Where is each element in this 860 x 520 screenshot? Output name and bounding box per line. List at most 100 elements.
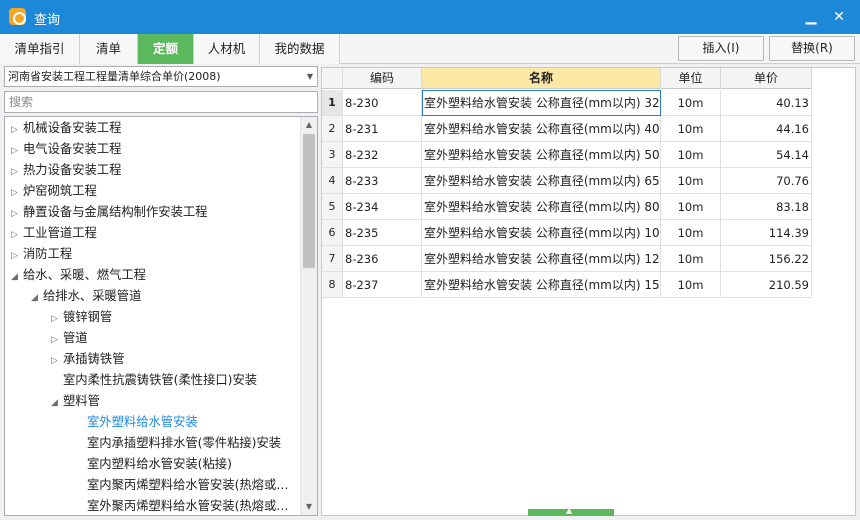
row-number[interactable]: 7 bbox=[322, 246, 343, 272]
tree-expand-icon[interactable]: ▷ bbox=[11, 225, 23, 246]
price-cell[interactable]: 114.39 bbox=[721, 220, 812, 246]
replace-button[interactable]: 替换(R) bbox=[769, 36, 855, 61]
tab-bill[interactable]: 清单 bbox=[80, 34, 138, 64]
tree-item[interactable]: ▷ 炉窑砌筑工程 bbox=[11, 181, 97, 202]
unit-cell[interactable]: 10m bbox=[661, 194, 721, 220]
tree-scrollbar[interactable]: ▲ ▼ bbox=[300, 117, 317, 515]
unit-cell[interactable]: 10m bbox=[661, 246, 721, 272]
tree-collapse-icon[interactable]: ◢ bbox=[51, 393, 63, 414]
row-number[interactable]: 5 bbox=[322, 194, 343, 220]
tree-expand-icon[interactable]: ▷ bbox=[51, 351, 63, 372]
scroll-thumb[interactable] bbox=[303, 134, 315, 268]
column-header-code[interactable]: 编码 bbox=[343, 68, 422, 89]
code-cell[interactable]: 8-237 bbox=[343, 272, 422, 298]
tree-expand-icon[interactable]: ▷ bbox=[11, 162, 23, 183]
name-cell[interactable]: 室外塑料给水管安装 公称直径(mm以内) 80 bbox=[422, 194, 661, 220]
tree-item[interactable]: ◢ 给排水、采暖管道 bbox=[31, 286, 141, 307]
column-header-price[interactable]: 单价 bbox=[721, 68, 812, 89]
column-header-unit[interactable]: 单位 bbox=[661, 68, 721, 89]
scroll-down-icon[interactable]: ▼ bbox=[301, 499, 317, 515]
tree-item[interactable]: ▷ 管道 bbox=[51, 328, 88, 349]
name-cell[interactable]: 室外塑料给水管安装 公称直径(mm以内) 150 bbox=[422, 272, 661, 298]
price-cell[interactable]: 210.59 bbox=[721, 272, 812, 298]
table-row[interactable]: 7 8-236 室外塑料给水管安装 公称直径(mm以内) 125 10m 156.22 bbox=[322, 246, 812, 272]
code-cell[interactable]: 8-231 bbox=[343, 116, 422, 142]
table-row[interactable]: 3 8-232 室外塑料给水管安装 公称直径(mm以内) 50 10m 54.14 bbox=[322, 142, 812, 168]
price-cell[interactable]: 156.22 bbox=[721, 246, 812, 272]
table-row[interactable]: 4 8-233 室外塑料给水管安装 公称直径(mm以内) 65 10m 70.76 bbox=[322, 168, 812, 194]
table-row[interactable]: 8 8-237 室外塑料给水管安装 公称直径(mm以内) 150 10m 210.59 bbox=[322, 272, 812, 298]
tree-expand-icon[interactable]: ▷ bbox=[11, 246, 23, 267]
tree-item[interactable]: ▷ 静置设备与金属结构制作安装工程 bbox=[11, 202, 207, 223]
unit-cell[interactable]: 10m bbox=[661, 142, 721, 168]
code-cell[interactable]: 8-233 bbox=[343, 168, 422, 194]
tab-my-data[interactable]: 我的数据 bbox=[260, 34, 340, 64]
tree-expand-icon[interactable]: ▷ bbox=[11, 183, 23, 204]
row-number[interactable]: 2 bbox=[322, 116, 343, 142]
chevron-down-icon[interactable]: ▼ bbox=[307, 67, 313, 86]
tree-item[interactable]: 室内聚丙烯塑料给水管安装(热熔或… bbox=[75, 475, 289, 496]
name-cell[interactable]: 室外塑料给水管安装 公称直径(mm以内) 65 bbox=[422, 168, 661, 194]
price-cell[interactable]: 54.14 bbox=[721, 142, 812, 168]
tree-item[interactable]: ▷ 热力设备安装工程 bbox=[11, 160, 121, 181]
tree-item[interactable]: ▷ 工业管道工程 bbox=[11, 223, 97, 244]
tree-expand-icon[interactable]: ▷ bbox=[11, 120, 23, 141]
insert-button[interactable]: 插入(I) bbox=[678, 36, 764, 61]
tree-collapse-icon[interactable]: ◢ bbox=[11, 267, 23, 288]
table-row[interactable]: 2 8-231 室外塑料给水管安装 公称直径(mm以内) 40 10m 44.16 bbox=[322, 116, 812, 142]
tree-expand-icon[interactable]: ▷ bbox=[51, 330, 63, 351]
tab-quota[interactable]: 定额 bbox=[138, 34, 194, 64]
tab-labor-material-machine[interactable]: 人材机 bbox=[194, 34, 260, 64]
tree-expand-icon[interactable]: ▷ bbox=[11, 204, 23, 225]
column-header-name[interactable]: 名称 bbox=[422, 68, 661, 89]
tree-item[interactable]: 室内承插塑料排水管(零件粘接)安装 bbox=[75, 433, 281, 454]
tree-item[interactable]: 室内柔性抗震铸铁管(柔性接口)安装 bbox=[51, 370, 257, 391]
tree-item[interactable]: 室内塑料给水管安装(粘接) bbox=[75, 454, 232, 475]
row-number[interactable]: 4 bbox=[322, 168, 343, 194]
unit-cell[interactable]: 10m bbox=[661, 168, 721, 194]
row-number[interactable]: 3 bbox=[322, 142, 343, 168]
tree-item[interactable]: ▷ 消防工程 bbox=[11, 244, 72, 265]
tree-expand-icon[interactable]: ▷ bbox=[51, 309, 63, 330]
tree-item[interactable]: ◢ 给水、采暖、燃气工程 bbox=[11, 265, 146, 286]
close-icon[interactable]: ✕ bbox=[828, 6, 850, 28]
tree-item[interactable]: ▷ 电气设备安装工程 bbox=[11, 139, 121, 160]
unit-cell[interactable]: 10m bbox=[661, 220, 721, 246]
name-cell[interactable]: 室外塑料给水管安装 公称直径(mm以内) 100 bbox=[422, 220, 661, 246]
unit-cell[interactable]: 10m bbox=[661, 272, 721, 298]
tree-item[interactable]: ▷ 机械设备安装工程 bbox=[11, 118, 121, 139]
panel-collapse-handle[interactable]: ▲ bbox=[528, 506, 614, 516]
table-row[interactable]: 6 8-235 室外塑料给水管安装 公称直径(mm以内) 100 10m 114.39 bbox=[322, 220, 812, 246]
tab-bill-guide[interactable]: 清单指引 bbox=[0, 34, 80, 64]
tree-collapse-icon[interactable]: ◢ bbox=[31, 288, 43, 309]
name-cell[interactable]: 室外塑料给水管安装 公称直径(mm以内) 125 bbox=[422, 246, 661, 272]
minimize-icon[interactable]: ▁ bbox=[800, 6, 822, 28]
tree-item[interactable]: ▷ 镀锌钢管 bbox=[51, 307, 112, 328]
library-select[interactable]: 河南省安装工程工程量清单综合单价(2008) ▼ bbox=[4, 66, 318, 87]
tree-item[interactable]: ◢ 塑料管 bbox=[51, 391, 100, 412]
code-cell[interactable]: 8-232 bbox=[343, 142, 422, 168]
row-number[interactable]: 6 bbox=[322, 220, 343, 246]
price-cell[interactable]: 44.16 bbox=[721, 116, 812, 142]
tree-expand-icon[interactable]: ▷ bbox=[11, 141, 23, 162]
price-cell[interactable]: 70.76 bbox=[721, 168, 812, 194]
code-cell[interactable]: 8-230 bbox=[343, 90, 422, 116]
search-input[interactable] bbox=[4, 91, 318, 113]
name-cell[interactable]: 室外塑料给水管安装 公称直径(mm以内) 50 bbox=[422, 142, 661, 168]
unit-cell[interactable]: 10m bbox=[661, 116, 721, 142]
code-cell[interactable]: 8-236 bbox=[343, 246, 422, 272]
name-cell[interactable]: 室外塑料给水管安装 公称直径(mm以内) 40 bbox=[422, 116, 661, 142]
name-cell[interactable]: 室外塑料给水管安装 公称直径(mm以内) 32 bbox=[422, 90, 661, 116]
price-cell[interactable]: 83.18 bbox=[721, 194, 812, 220]
unit-cell[interactable]: 10m bbox=[661, 90, 721, 116]
code-cell[interactable]: 8-235 bbox=[343, 220, 422, 246]
table-row[interactable]: 1 8-230 室外塑料给水管安装 公称直径(mm以内) 32 10m 40.13 bbox=[322, 90, 812, 116]
row-number[interactable]: 8 bbox=[322, 272, 343, 298]
code-cell[interactable]: 8-234 bbox=[343, 194, 422, 220]
table-row[interactable]: 5 8-234 室外塑料给水管安装 公称直径(mm以内) 80 10m 83.18 bbox=[322, 194, 812, 220]
price-cell[interactable]: 40.13 bbox=[721, 90, 812, 116]
scroll-up-icon[interactable]: ▲ bbox=[301, 117, 317, 133]
row-number[interactable]: 1 bbox=[322, 90, 343, 116]
tree-item[interactable]: 室外塑料给水管安装 bbox=[75, 412, 198, 433]
tree-item[interactable]: ▷ 承插铸铁管 bbox=[51, 349, 125, 370]
